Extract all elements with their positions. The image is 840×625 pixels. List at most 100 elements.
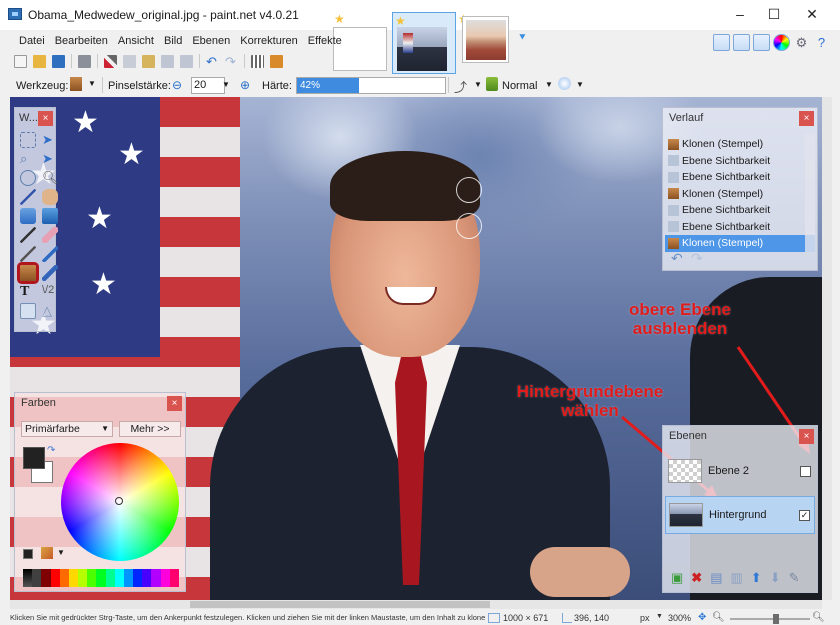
cut-icon[interactable] (104, 54, 117, 68)
rectangle-select-tool[interactable] (20, 132, 36, 148)
settings-gear-icon[interactable]: ⚙ (793, 34, 810, 51)
history-item[interactable]: Ebene Sichtbarkeit (665, 153, 815, 170)
new-file-icon[interactable] (14, 54, 27, 68)
history-item[interactable]: Klonen (Stempel) (665, 136, 815, 153)
pan-tool[interactable] (42, 189, 58, 205)
tabs-overflow-icon[interactable]: ⯆ (518, 32, 527, 45)
image-tab-empty[interactable] (333, 27, 387, 71)
shapes-tool[interactable] (20, 303, 36, 319)
paint-bucket-tool[interactable] (20, 208, 36, 224)
zoom-out-icon[interactable]: 🔍︎ (712, 612, 725, 623)
move-selection-tool[interactable]: ➤ (42, 132, 58, 148)
menu-korrekturen[interactable]: Korrekturen (235, 35, 302, 47)
move-selected-tool[interactable]: ➤ (42, 151, 58, 167)
eraser-tool[interactable] (42, 227, 58, 243)
layer-visibility-checkbox[interactable]: ✓ (799, 509, 810, 521)
scroll-thumb[interactable] (190, 601, 490, 608)
move-layer-down-icon[interactable]: ⬇ (770, 570, 781, 586)
history-item[interactable]: Klonen (Stempel) (665, 186, 815, 203)
chevron-down-icon[interactable]: ▼ (88, 79, 96, 88)
color-palette[interactable] (23, 569, 179, 587)
brush-size-input[interactable]: 20 (191, 77, 225, 94)
zoom-slider-thumb[interactable] (773, 614, 779, 624)
grid-icon[interactable] (251, 54, 264, 68)
vertical-scrollbar[interactable] (822, 97, 832, 600)
zoom-fit-icon[interactable]: ✥ (698, 612, 706, 623)
zoom-tool[interactable]: 🔍︎ (42, 170, 59, 186)
paintbrush-tool[interactable] (20, 227, 36, 243)
open-folder-icon[interactable] (33, 54, 46, 68)
zoom-in-icon[interactable]: 🔍︎ (812, 612, 825, 623)
hardness-slider[interactable]: 42% (296, 77, 446, 94)
clone-stamp-tool-icon[interactable] (70, 77, 82, 91)
menu-bild[interactable]: Bild (159, 35, 187, 47)
color-wheel[interactable] (61, 443, 179, 561)
history-scrollbar[interactable] (805, 134, 815, 252)
history-item[interactable]: Ebene Sichtbarkeit (665, 202, 815, 219)
layer-properties-icon[interactable]: ✎ (789, 570, 800, 586)
chevron-down-icon[interactable]: ▼ (222, 80, 230, 89)
alpha-blend-icon[interactable] (558, 77, 571, 90)
ruler-icon[interactable] (270, 54, 283, 68)
menu-datei[interactable]: Datei (14, 35, 50, 47)
close-icon[interactable]: × (38, 111, 53, 126)
unit-select[interactable]: px (640, 613, 650, 623)
recolor-tool[interactable] (42, 265, 58, 281)
deselect-icon[interactable] (180, 54, 193, 68)
layer-visibility-checkbox[interactable] (800, 465, 811, 477)
magic-wand-tool[interactable] (20, 189, 36, 205)
delete-layer-icon[interactable]: ✖ (691, 570, 702, 586)
close-window-button[interactable]: ✕ (800, 6, 824, 23)
copy-icon[interactable] (123, 54, 136, 68)
merge-layer-icon[interactable]: ▥ (731, 570, 743, 586)
shapes-triangle-tool[interactable]: △ (42, 303, 58, 319)
reset-colors-icon[interactable] (23, 549, 33, 559)
zoom-level[interactable]: 300% (668, 613, 691, 623)
image-tab-obama-medwedew[interactable]: ★ (392, 12, 456, 74)
redo-icon[interactable]: ↷ (225, 55, 238, 68)
history-window-toggle-icon[interactable] (733, 34, 750, 51)
decrease-brush-icon[interactable]: ⊖ (172, 78, 182, 92)
primary-color-select[interactable]: Primärfarbe ▼ (21, 421, 113, 437)
antialias-icon[interactable]: ⤴ (454, 77, 467, 96)
undo-icon[interactable]: ↶ (671, 250, 683, 267)
menu-effekte[interactable]: Effekte (303, 35, 347, 47)
close-icon[interactable]: × (799, 429, 814, 444)
maximize-button[interactable]: ☐ (762, 6, 786, 23)
colors-window-toggle-icon[interactable] (773, 34, 790, 51)
color-picker-tool[interactable] (42, 246, 58, 262)
crop-icon[interactable] (161, 54, 174, 68)
zoom-slider[interactable] (730, 618, 810, 620)
undo-icon[interactable]: ↶ (206, 55, 219, 68)
chevron-down-icon[interactable]: ▼ (545, 80, 553, 89)
image-tab-portrait[interactable] (462, 16, 509, 63)
ellipse-select-tool[interactable] (20, 170, 36, 186)
increase-brush-icon[interactable]: ⊕ (240, 78, 250, 92)
print-icon[interactable] (78, 54, 91, 68)
add-layer-icon[interactable]: ▣ (671, 570, 683, 586)
clone-stamp-tool[interactable] (20, 265, 36, 281)
minimize-button[interactable]: – (728, 6, 752, 22)
blend-mode-select[interactable]: Normal (502, 80, 537, 92)
history-item[interactable]: Ebene Sichtbarkeit (665, 219, 815, 236)
chevron-down-icon[interactable]: ▼ (656, 613, 663, 620)
redo-icon[interactable]: ↷ (691, 250, 703, 267)
paste-icon[interactable] (142, 54, 155, 68)
palette-menu-icon[interactable] (41, 547, 53, 559)
history-item-selected[interactable]: Klonen (Stempel) (665, 235, 815, 252)
layer-row-ebene-2[interactable]: Ebene 2 (665, 452, 815, 490)
close-icon[interactable]: × (799, 111, 814, 126)
help-icon[interactable]: ? (813, 34, 830, 51)
menu-ebenen[interactable]: Ebenen (187, 35, 235, 47)
horizontal-scrollbar[interactable] (10, 600, 822, 609)
layers-window-toggle-icon[interactable] (753, 34, 770, 51)
text-tool[interactable]: T (20, 284, 36, 300)
duplicate-layer-icon[interactable]: ▤ (710, 570, 722, 586)
move-layer-up-icon[interactable]: ⬆ (751, 570, 762, 586)
chevron-down-icon[interactable]: ▼ (576, 80, 584, 89)
chevron-down-icon[interactable]: ▼ (57, 548, 65, 557)
save-icon[interactable] (52, 54, 65, 68)
lasso-tool[interactable]: ⌕ (20, 151, 36, 167)
pencil-tool[interactable] (20, 246, 36, 262)
layer-row-hintergrund[interactable]: Hintergrund ✓ (665, 496, 815, 534)
